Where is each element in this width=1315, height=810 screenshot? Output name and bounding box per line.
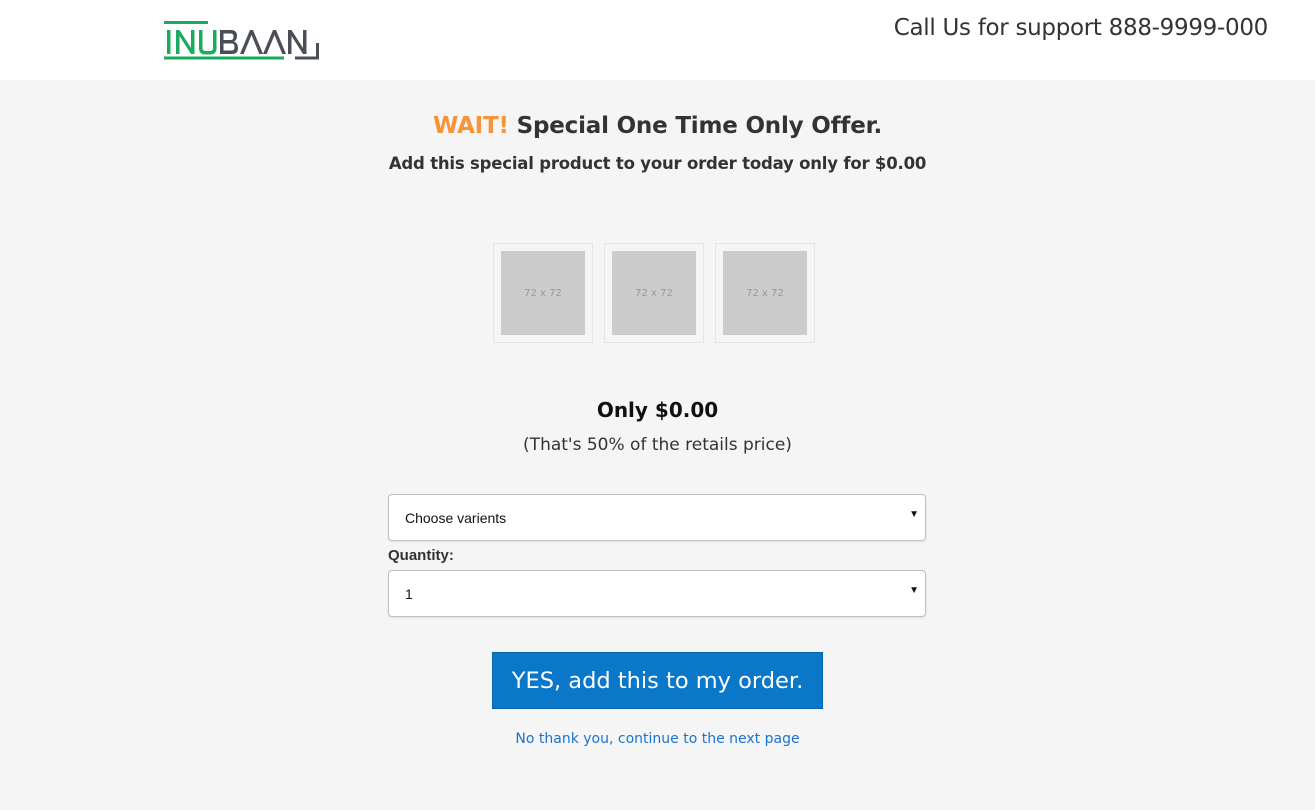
product-thumbnail[interactable]: 72 x 72 [604, 243, 704, 343]
decline-offer-link[interactable]: No thank you, continue to the next page [0, 731, 1315, 747]
product-thumbnail[interactable]: 72 x 72 [493, 243, 593, 343]
variant-select[interactable]: Choose varients ▼ [388, 494, 926, 541]
support-phone: Call Us for support 888-9999-000 [893, 15, 1269, 41]
variant-select-value: Choose varients [405, 510, 507, 526]
price-note: (That's 50% of the retails price) [523, 435, 792, 455]
quantity-select-value: 1 [405, 586, 413, 602]
placeholder-image: 72 x 72 [723, 251, 807, 335]
product-thumbnails: 72 x 72 72 x 72 72 x 72 [493, 243, 823, 343]
offer-section: WAIT! Special One Time Only Offer. Add t… [0, 80, 1315, 810]
dropdown-caret-icon: ▼ [909, 585, 919, 596]
offer-headline: WAIT! Special One Time Only Offer. [0, 113, 1315, 139]
inubaan-logo[interactable] [163, 19, 321, 61]
wait-label: WAIT! [432, 113, 509, 139]
headline-text: Special One Time Only Offer. [516, 113, 883, 139]
placeholder-image: 72 x 72 [612, 251, 696, 335]
quantity-select[interactable]: 1 ▼ [388, 570, 926, 617]
dropdown-caret-icon: ▼ [909, 509, 919, 520]
offer-price: Only $0.00 [596, 398, 719, 422]
add-to-order-button[interactable]: YES, add this to my order. [492, 652, 823, 709]
product-thumbnail[interactable]: 72 x 72 [715, 243, 815, 343]
quantity-label: Quantity: [388, 547, 454, 564]
offer-subheadline: Add this special product to your order t… [388, 154, 927, 173]
site-header: Call Us for support 888-9999-000 [0, 0, 1315, 80]
placeholder-image: 72 x 72 [501, 251, 585, 335]
